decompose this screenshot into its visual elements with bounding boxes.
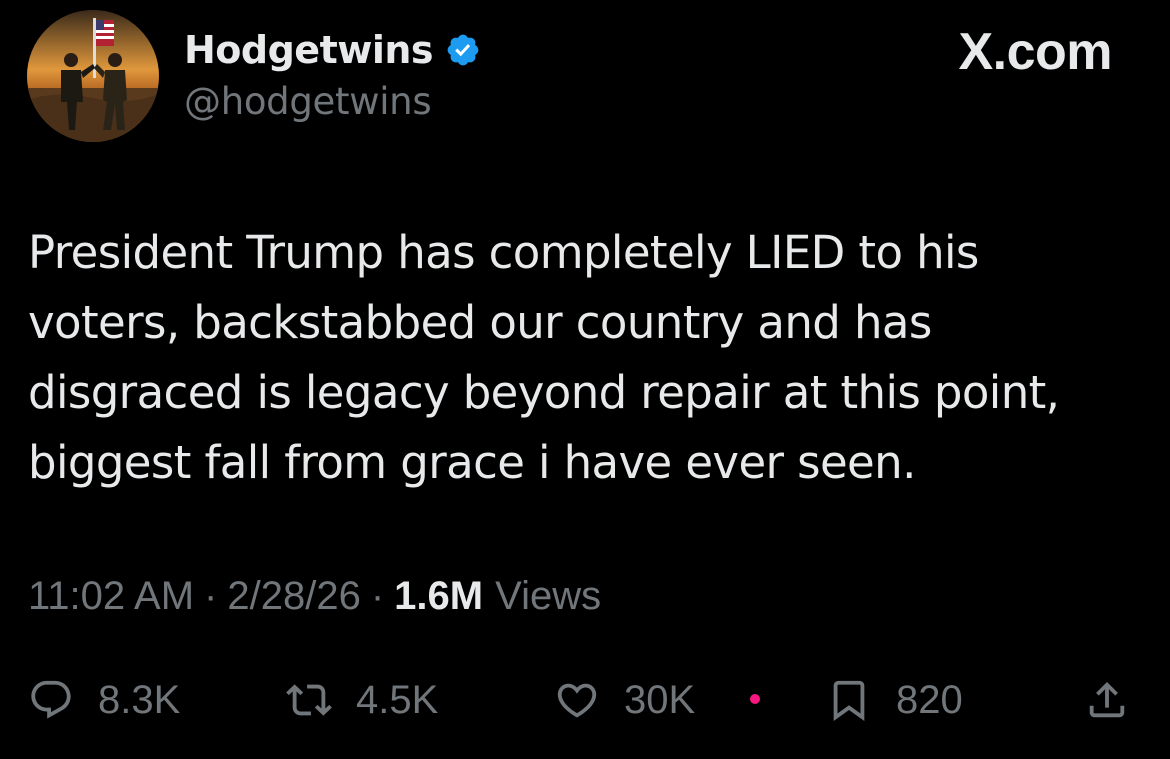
post-text: President Trump has completely LIED to h…: [28, 226, 1060, 489]
share-button[interactable]: [1084, 668, 1130, 732]
bookmark-icon: [833, 680, 865, 721]
avatar-photo-icon: [27, 10, 159, 142]
views-label: Views: [495, 574, 602, 618]
notification-dot: [750, 694, 760, 704]
author-avatar[interactable]: [27, 10, 159, 142]
meta-separator: ·: [370, 574, 385, 618]
post-date[interactable]: 2/28/26: [227, 574, 360, 619]
bookmark-button[interactable]: 820: [826, 668, 963, 732]
views-count[interactable]: 1.6M: [394, 574, 483, 619]
reply-button[interactable]: 8.3K: [28, 668, 180, 732]
brand-watermark: X.com: [958, 23, 1112, 81]
share-icon: [1089, 681, 1125, 718]
reply-icon: [31, 680, 71, 719]
action-bar: 8.3K 4.5K 30K 820: [28, 668, 1140, 732]
post-meta: 11:02 AM · 2/28/26 · 1.6M Views: [28, 574, 601, 619]
like-count: 30K: [624, 677, 696, 722]
like-icon: [557, 683, 597, 718]
verified-badge-icon: [447, 34, 479, 66]
author-name-row: Hodgetwins: [184, 24, 481, 76]
meta-separator: ·: [204, 574, 218, 618]
author-display-name[interactable]: Hodgetwins: [184, 28, 434, 72]
like-button[interactable]: 30K: [554, 668, 695, 732]
post-time[interactable]: 11:02 AM: [28, 574, 194, 619]
author-handle[interactable]: @hodgetwins: [184, 80, 432, 123]
repost-count: 4.5K: [356, 677, 439, 722]
repost-button[interactable]: 4.5K: [286, 668, 438, 732]
reply-count: 8.3K: [98, 677, 181, 722]
post-card: Hodgetwins @hodgetwins X.com President T…: [0, 0, 1170, 759]
repost-icon: [286, 684, 332, 716]
bookmark-count: 820: [896, 677, 963, 722]
